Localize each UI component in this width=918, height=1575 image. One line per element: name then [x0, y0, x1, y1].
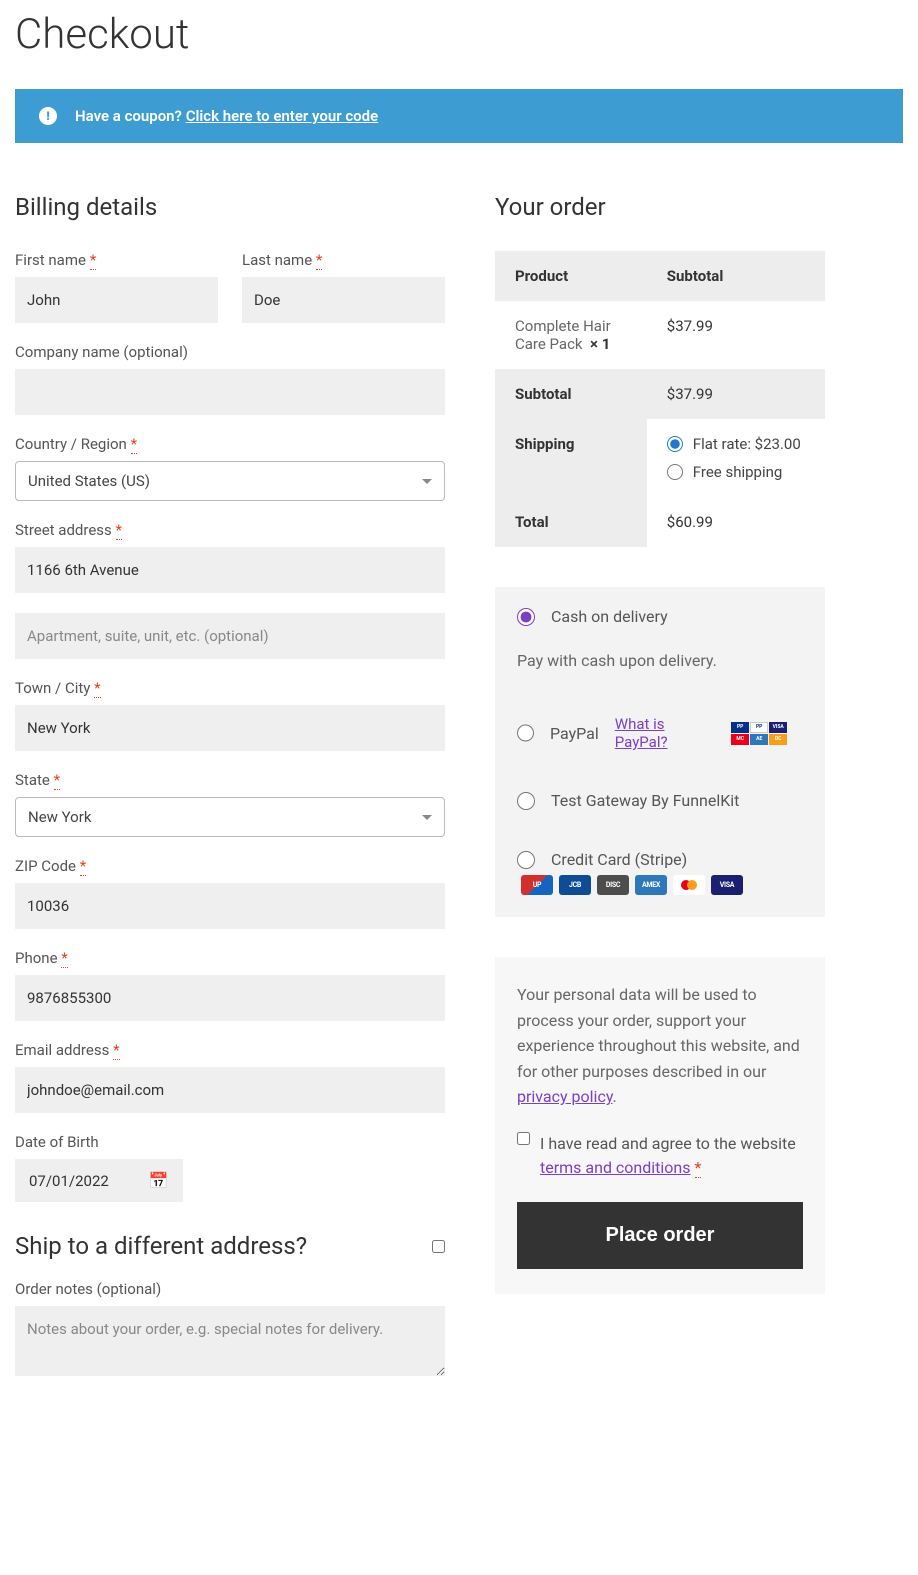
order-notes-input[interactable]	[15, 1306, 445, 1376]
order-notes-label: Order notes (optional)	[15, 1280, 445, 1298]
dob-label: Date of Birth	[15, 1133, 445, 1151]
ship-different-heading: Ship to a different address?	[15, 1232, 307, 1260]
visa-icon: VISA	[711, 875, 743, 895]
payment-paypal-radio[interactable]	[517, 724, 534, 742]
payment-test-label: Test Gateway By FunnelKit	[551, 791, 739, 810]
terms-text: I have read and agree to the website ter…	[540, 1132, 803, 1180]
dob-input[interactable]: 07/01/2022 📅	[15, 1159, 183, 1202]
city-input[interactable]	[15, 705, 445, 751]
unionpay-icon: UP	[521, 875, 553, 895]
dob-value: 07/01/2022	[29, 1172, 109, 1190]
country-select-value: United States (US)	[28, 472, 150, 490]
ship-option-free[interactable]: Free shipping	[667, 463, 805, 481]
last-name-input[interactable]	[242, 277, 445, 323]
order-heading: Your order	[495, 193, 825, 221]
terms-link[interactable]: terms and conditions	[540, 1158, 691, 1177]
paypal-card-icons: PP PP VISA MC AE DC	[731, 722, 803, 745]
payment-paypal[interactable]: PayPal What is PayPal? PP PP VISA MC AE …	[495, 695, 825, 771]
mastercard-icon	[673, 875, 705, 895]
first-name-input[interactable]	[15, 277, 218, 323]
coupon-link[interactable]: Click here to enter your code	[186, 107, 378, 125]
phone-label: Phone *	[15, 949, 445, 967]
order-total-label: Total	[495, 497, 647, 547]
order-head-subtotal: Subtotal	[647, 251, 825, 301]
jcb-icon: JCB	[559, 875, 591, 895]
street1-input[interactable]	[15, 547, 445, 593]
payment-cod-desc: Pay with cash upon delivery.	[495, 646, 825, 695]
phone-input[interactable]	[15, 975, 445, 1021]
info-icon: !	[39, 107, 57, 125]
discover-icon: DISC	[597, 875, 629, 895]
order-table: Product Subtotal Complete Hair Care Pack…	[495, 251, 825, 547]
payment-test-gateway[interactable]: Test Gateway By FunnelKit	[495, 771, 825, 830]
calendar-icon: 📅	[149, 1171, 169, 1190]
last-name-label: Last name *	[242, 251, 445, 269]
paypal-what-link[interactable]: What is PayPal?	[615, 715, 715, 751]
stripe-card-icons: UP JCB DISC AMEX VISA	[521, 875, 803, 895]
ship-flat-label: Flat rate: $23.00	[693, 435, 801, 453]
chevron-down-icon	[422, 479, 432, 484]
ship-free-radio[interactable]	[667, 464, 683, 480]
email-label: Email address *	[15, 1041, 445, 1059]
order-subtotal-label: Subtotal	[495, 369, 647, 419]
payment-paypal-label: PayPal	[550, 724, 599, 743]
privacy-text: Your personal data will be used to proce…	[517, 982, 803, 1110]
company-label: Company name (optional)	[15, 343, 445, 361]
country-select[interactable]: United States (US)	[15, 461, 445, 501]
payment-stripe-radio[interactable]	[517, 851, 535, 869]
state-select[interactable]: New York	[15, 797, 445, 837]
zip-label: ZIP Code *	[15, 857, 445, 875]
privacy-policy-link[interactable]: privacy policy	[517, 1087, 613, 1106]
payment-cod-radio[interactable]	[517, 608, 535, 626]
ship-different-checkbox[interactable]	[432, 1240, 445, 1253]
billing-heading: Billing details	[15, 193, 445, 221]
coupon-notice: ! Have a coupon? Click here to enter you…	[15, 89, 903, 143]
street2-input[interactable]	[15, 613, 445, 659]
payment-test-radio[interactable]	[517, 792, 535, 810]
ship-free-label: Free shipping	[693, 463, 783, 481]
order-item-price: $37.99	[647, 301, 825, 369]
coupon-prompt: Have a coupon?	[75, 107, 182, 125]
payment-stripe-label: Credit Card (Stripe)	[551, 850, 687, 869]
payment-stripe[interactable]: Credit Card (Stripe)	[495, 830, 825, 875]
zip-input[interactable]	[15, 883, 445, 929]
coupon-text: Have a coupon? Click here to enter your …	[75, 107, 378, 125]
street-label: Street address *	[15, 521, 445, 539]
ship-flat-radio[interactable]	[667, 436, 683, 452]
amex-icon: AMEX	[635, 875, 667, 895]
state-select-value: New York	[28, 808, 91, 826]
state-label: State *	[15, 771, 445, 789]
email-input[interactable]	[15, 1067, 445, 1113]
order-item-name: Complete Hair Care Pack × 1	[495, 301, 647, 369]
first-name-label: First name *	[15, 251, 218, 269]
city-label: Town / City *	[15, 679, 445, 697]
payment-cod-label: Cash on delivery	[551, 607, 668, 626]
order-shipping-label: Shipping	[495, 419, 647, 497]
order-total-value: $60.99	[647, 497, 825, 547]
order-item-qty: × 1	[590, 335, 610, 353]
payment-methods: Cash on delivery Pay with cash upon deli…	[495, 587, 825, 917]
order-head-product: Product	[495, 251, 647, 301]
page-title: Checkout	[15, 10, 903, 59]
ship-option-flat[interactable]: Flat rate: $23.00	[667, 435, 805, 453]
country-label: Country / Region *	[15, 435, 445, 453]
terms-checkbox[interactable]	[517, 1132, 530, 1145]
privacy-section: Your personal data will be used to proce…	[495, 957, 825, 1294]
order-subtotal-value: $37.99	[647, 369, 825, 419]
chevron-down-icon	[422, 815, 432, 820]
company-input[interactable]	[15, 369, 445, 415]
payment-cod[interactable]: Cash on delivery	[495, 587, 825, 646]
place-order-button[interactable]: Place order	[517, 1202, 803, 1269]
